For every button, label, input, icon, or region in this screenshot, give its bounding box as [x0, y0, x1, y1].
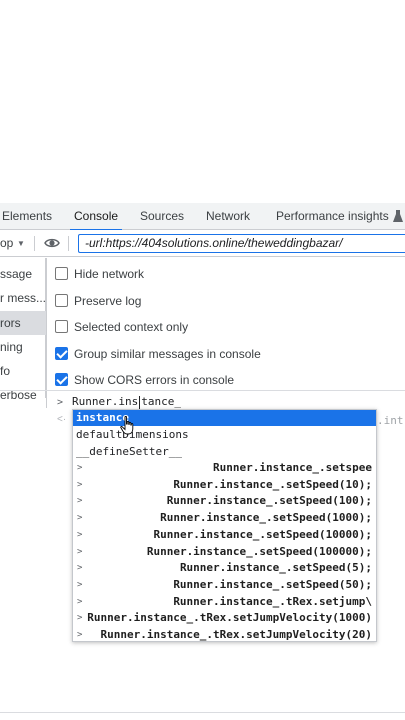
context-label: op [0, 236, 14, 250]
group-similar-checkbox[interactable] [55, 347, 68, 360]
bottom-divider [0, 712, 405, 713]
tab-network[interactable]: Network [206, 203, 250, 230]
suggestion-item[interactable]: instance [73, 410, 376, 426]
chevron-right-icon: > [77, 513, 83, 524]
chevron-right-icon: > [77, 630, 83, 640]
history-item[interactable]: > Runner.instance_.setSpeed(10); [73, 477, 376, 494]
context-selector[interactable]: op [0, 230, 13, 257]
prompt-chevron-icon: > [57, 397, 64, 408]
ghost-completion: .int [377, 414, 404, 427]
devtools-tabbar: Elements Console Sources Network Perform… [0, 203, 405, 231]
result-arrow-icon: <· [57, 414, 67, 425]
page-blank-area [0, 0, 405, 203]
option-label: Preserve log [74, 294, 142, 308]
chevron-right-icon: > [77, 496, 83, 507]
filter-input[interactable]: -url:https://404solutions.online/thewedd… [78, 234, 405, 253]
history-item[interactable]: > Runner.instance_.setSpeed(100); [73, 493, 376, 510]
filter-input-value: -url:https://404solutions.online/thewedd… [85, 236, 343, 250]
show-cors-checkbox[interactable] [55, 373, 68, 386]
console-input[interactable]: Runner.ins tance_ [72, 395, 181, 409]
hide-network-checkbox[interactable] [55, 267, 68, 280]
chevron-right-icon: > [77, 563, 83, 574]
chevron-right-icon: > [77, 463, 83, 473]
history-item[interactable]: > Runner.instance_.setSpeed(50); [73, 577, 376, 594]
flask-icon [393, 209, 403, 223]
history-item[interactable]: > Runner.instance_.setSpeed(1000); [73, 510, 376, 527]
caret-down-icon: ▼ [17, 239, 25, 248]
option-label: Show CORS errors in console [74, 373, 235, 387]
selected-context-checkbox[interactable] [55, 320, 68, 333]
option-label: Hide network [74, 267, 145, 281]
preserve-log-checkbox[interactable] [55, 294, 68, 307]
option-label: Selected context only [74, 320, 189, 334]
chevron-right-icon: > [77, 579, 83, 590]
console-sidebar: ssage r mess... rors ning fo erbose [0, 258, 46, 402]
history-item[interactable]: > Runner.instance_.setspee [73, 460, 376, 477]
suggestion-item[interactable]: defaultDimensions [73, 427, 376, 443]
toolbar-divider [34, 236, 35, 251]
sidebar-item-messages[interactable]: ssage [0, 262, 46, 286]
chevron-right-icon: > [77, 613, 83, 624]
suggestion-item[interactable]: __defineSetter__ [73, 444, 376, 460]
history-item[interactable]: > Runner.instance_.setSpeed(5); [73, 560, 376, 577]
tab-sources[interactable]: Sources [140, 203, 184, 230]
toolbar-divider [68, 236, 69, 251]
console-toolbar: op ▼ -url:https://404solutions.online/th… [0, 230, 405, 257]
sidebar-item-user-messages[interactable]: r mess... [0, 286, 46, 310]
chevron-right-icon: > [77, 546, 83, 557]
sidebar-item-verbose[interactable]: erbose [0, 383, 46, 407]
option-label: Group similar messages in console [74, 347, 261, 361]
chevron-right-icon: > [77, 479, 83, 490]
history-item[interactable]: > Runner.instance_.setSpeed(100000); [73, 544, 376, 561]
history-item[interactable]: > Runner.instance_.setSpeed(10000); [73, 527, 376, 544]
history-item[interactable]: > Runner.instance_.tRex.setJumpVelocity(1… [73, 610, 376, 627]
history-item[interactable]: > Runner.instance_.tRex.setjump\ [73, 594, 376, 611]
history-item[interactable]: > Runner.instance_.tRex.setJumpVelocity(2… [73, 627, 376, 641]
chevron-right-icon: > [77, 596, 83, 607]
sidebar-item-info[interactable]: fo [0, 359, 46, 383]
chevron-right-icon: > [77, 529, 83, 540]
sidebar-item-warnings[interactable]: ning [0, 335, 46, 359]
autocomplete-dropdown: instance defaultDimensions __defineSette… [72, 409, 377, 642]
tab-elements[interactable]: Elements [2, 203, 52, 230]
tab-console[interactable]: Console [69, 203, 123, 231]
console-settings: Hide network Preserve log Selected conte… [47, 258, 405, 392]
mouse-pointer-icon [120, 415, 134, 436]
eye-icon[interactable] [44, 236, 60, 250]
tab-performance-insights[interactable]: Performance insights [276, 203, 389, 230]
sidebar-item-errors[interactable]: rors [0, 311, 46, 335]
